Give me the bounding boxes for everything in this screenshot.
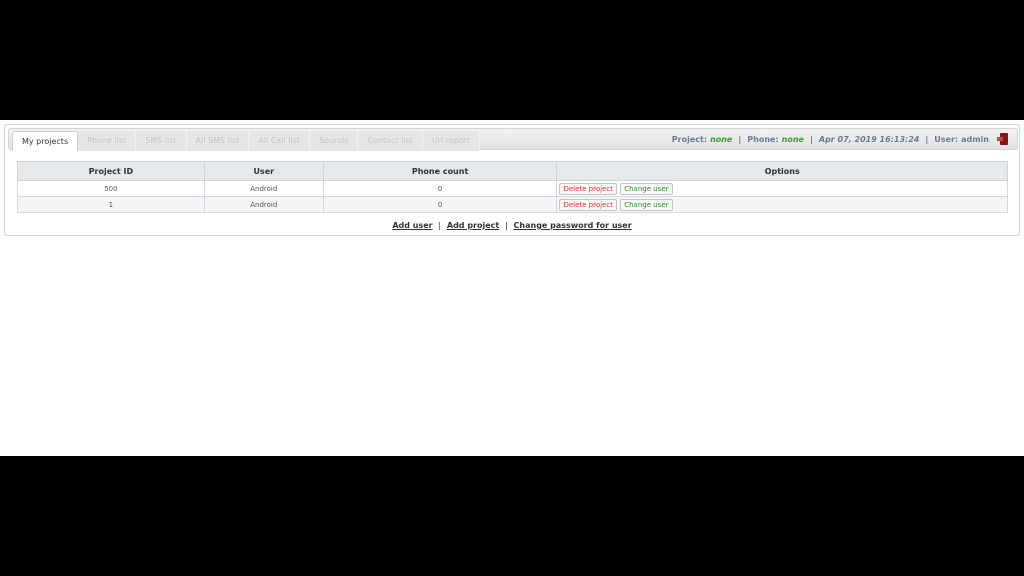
header-phone-count[interactable]: Phone count bbox=[322, 161, 558, 181]
tab-contact-list[interactable]: Contact list bbox=[358, 131, 423, 151]
cell-user: Android bbox=[203, 196, 324, 213]
tab-all-call-list[interactable]: All Call list bbox=[249, 131, 311, 151]
cell-user: Android bbox=[203, 180, 324, 197]
cell-options: Delete project Change user bbox=[556, 196, 1008, 213]
table-row: 500 Android 0 Delete project Change user bbox=[17, 180, 1008, 197]
user-label: User: bbox=[934, 134, 959, 144]
project-label: Project: bbox=[671, 134, 708, 144]
header-project-id[interactable]: Project ID bbox=[17, 161, 205, 181]
change-password-link[interactable]: Change password for user bbox=[514, 221, 632, 230]
tab-bar: My projects Phone list SMS list All SMS … bbox=[8, 128, 1018, 151]
cell-project-id: 500 bbox=[17, 180, 205, 197]
exit-arrow-shape bbox=[997, 137, 1003, 141]
link-separator: | bbox=[505, 221, 508, 230]
phone-value: none bbox=[781, 134, 804, 144]
change-user-button[interactable]: Change user bbox=[620, 198, 673, 211]
status-separator: | bbox=[809, 134, 813, 144]
main-panel: My projects Phone list SMS list All SMS … bbox=[4, 124, 1020, 236]
add-user-link[interactable]: Add user bbox=[392, 221, 432, 230]
header-options: Options bbox=[556, 161, 1008, 181]
phone-label: Phone: bbox=[747, 134, 779, 144]
delete-project-button[interactable]: Delete project bbox=[559, 182, 617, 195]
table-row: 1 Android 0 Delete project Change user bbox=[17, 196, 1008, 213]
status-separator: | bbox=[925, 134, 929, 144]
datetime: Apr 07, 2019 16:13:24 bbox=[818, 134, 920, 144]
cell-options: Delete project Change user bbox=[556, 180, 1008, 197]
add-project-link[interactable]: Add project bbox=[447, 221, 499, 230]
projects-table: Project ID User Phone count Options 500 … bbox=[17, 161, 1008, 213]
tab-sms-list[interactable]: SMS list bbox=[136, 131, 187, 151]
cell-project-id: 1 bbox=[17, 196, 205, 213]
status-bar: Project: none | Phone: none | Apr 07, 20… bbox=[672, 132, 1009, 146]
change-user-button[interactable]: Change user bbox=[620, 182, 673, 195]
action-links: Add user | Add project | Change password… bbox=[5, 221, 1019, 230]
user-value: admin bbox=[961, 134, 989, 144]
tab-list: My projects Phone list SMS list All SMS … bbox=[12, 131, 481, 151]
tab-all-sms-list[interactable]: All SMS list bbox=[186, 131, 250, 151]
exit-icon[interactable] bbox=[997, 133, 1009, 145]
tab-my-projects[interactable]: My projects bbox=[12, 131, 79, 151]
tab-url-report[interactable]: Url report bbox=[422, 131, 481, 151]
cell-phone-count: 0 bbox=[322, 180, 558, 197]
app-screen: My projects Phone list SMS list All SMS … bbox=[0, 120, 1024, 456]
cell-phone-count: 0 bbox=[322, 196, 558, 213]
project-value: none bbox=[710, 134, 733, 144]
status-separator: | bbox=[738, 134, 742, 144]
link-separator: | bbox=[438, 221, 442, 230]
tab-phone-list[interactable]: Phone list bbox=[78, 131, 137, 151]
delete-project-button[interactable]: Delete project bbox=[559, 198, 617, 211]
tab-sounds[interactable]: Sounds bbox=[310, 131, 359, 151]
table-header-row: Project ID User Phone count Options bbox=[17, 161, 1008, 181]
header-user[interactable]: User bbox=[203, 161, 324, 181]
